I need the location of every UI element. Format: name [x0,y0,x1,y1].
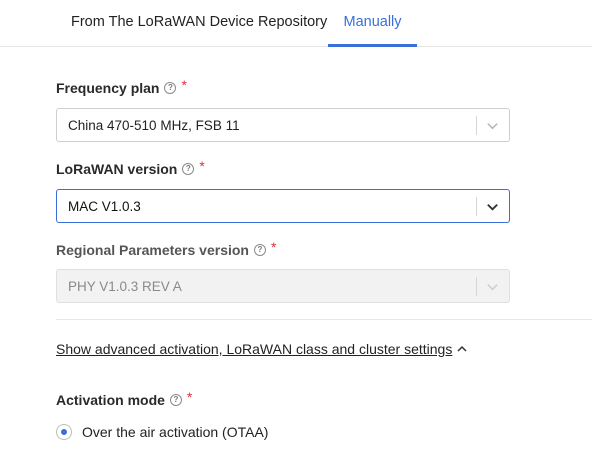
frequency-plan-label-text: Frequency plan [56,80,160,96]
lorawan-version-label-text: LoRaWAN version [56,161,178,177]
frequency-plan-value: China 470-510 MHz, FSB 11 [68,118,240,133]
frequency-plan-select[interactable]: China 470-510 MHz, FSB 11 [56,108,510,142]
activation-mode-label: Activation mode ? * [56,389,193,408]
help-circle-icon[interactable]: ? [164,82,177,94]
otaa-radio-button[interactable] [56,424,72,440]
tab-manually[interactable]: Manually [328,0,417,47]
help-circle-icon[interactable]: ? [169,394,182,406]
lorawan-version-label: LoRaWAN version ? * [56,158,205,177]
select-separator [476,197,477,216]
required-asterisk: * [186,389,193,405]
lorawan-version-value: MAC V1.0.3 [68,199,141,214]
otaa-radio-label[interactable]: Over the air activation (OTAA) [82,424,268,440]
regional-params-value: PHY V1.0.3 REV A [68,279,182,294]
tab-bar: From The LoRaWAN Device Repository Manua… [0,0,592,47]
activation-mode-label-text: Activation mode [56,392,165,408]
required-asterisk: * [181,77,187,93]
otaa-radio-option[interactable]: Over the air activation (OTAA) [56,424,268,440]
chevron-down-icon[interactable] [485,118,500,133]
radio-selected-dot [61,429,67,435]
tab-device-repository[interactable]: From The LoRaWAN Device Repository [71,0,327,44]
chevron-down-icon[interactable] [485,199,500,214]
help-circle-icon[interactable]: ? [182,163,195,175]
required-asterisk: * [270,239,277,255]
chevron-down-icon [487,284,498,291]
help-circle-icon[interactable]: ? [253,244,266,256]
regional-params-label: Regional Parameters version ? * [56,239,277,258]
required-asterisk: * [199,158,205,174]
lorawan-version-select[interactable]: MAC V1.0.3 [56,189,510,223]
chevron-up-icon[interactable] [456,343,468,355]
select-separator [476,116,477,135]
regional-params-label-text: Regional Parameters version [56,242,249,258]
advanced-settings-toggle[interactable]: Show advanced activation, LoRaWAN class … [56,341,468,357]
select-separator [476,277,477,296]
regional-params-select: PHY V1.0.3 REV A [56,269,510,303]
section-divider [56,319,592,320]
frequency-plan-label: Frequency plan ? * [56,77,187,96]
advanced-settings-link-text[interactable]: Show advanced activation, LoRaWAN class … [56,341,452,357]
